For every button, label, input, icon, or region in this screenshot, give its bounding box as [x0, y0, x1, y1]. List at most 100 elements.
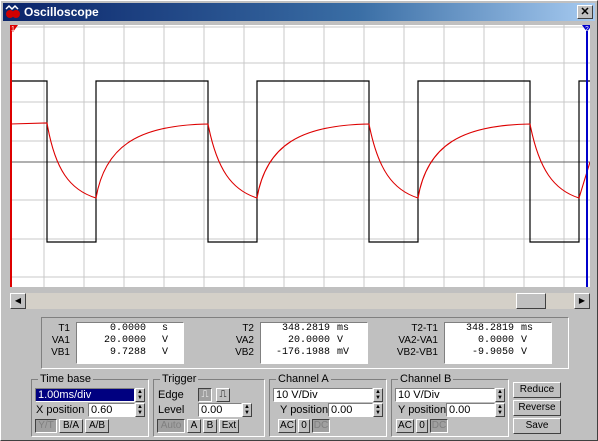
channel-b-zero-button[interactable]: 0 — [416, 419, 428, 433]
save-button[interactable]: Save — [513, 418, 561, 434]
title-bar[interactable]: Oscilloscope ✕ — [3, 3, 595, 21]
spin-arrows-icon: ▲ ▼ — [375, 404, 381, 416]
channel-b-scale-spinner[interactable]: ▲ ▼ — [495, 388, 505, 402]
spin-arrows-icon: ▲ ▼ — [497, 404, 503, 416]
vb2-vb1-unit: V — [521, 347, 528, 359]
t2-t1-value: 348.2819 — [446, 323, 514, 335]
falling-edge-button[interactable]: ⎍ — [216, 388, 230, 402]
t2-unit: ms — [337, 323, 350, 335]
scroll-left-button[interactable]: ◀ — [10, 293, 26, 309]
x-position-spinner[interactable]: ▲ ▼ — [135, 403, 145, 417]
vb1-label: VB1 — [51, 347, 70, 358]
oscilloscope-icon — [5, 4, 20, 18]
channel-a-y-position-spinner[interactable]: ▲ ▼ — [373, 403, 383, 417]
channel-a-dc-button[interactable]: DC — [312, 419, 330, 433]
vb2-vb1-label: VB2-VB1 — [396, 347, 438, 358]
va1-unit: V — [162, 335, 169, 347]
scroll-thumb[interactable] — [516, 293, 546, 309]
time-scale-field[interactable]: 1.00ms/div — [35, 388, 135, 402]
trigger-panel: Trigger Edge ⎍ ⎍ Level 0.00 ▲ ▼ Auto A B … — [153, 373, 265, 437]
va2-unit: V — [337, 335, 344, 347]
vb2-vb1-value: -9.9050 — [446, 347, 514, 359]
level-label: Level — [158, 404, 185, 416]
mode-ab-button[interactable]: A/B — [85, 419, 109, 433]
oscilloscope-window: Oscilloscope ✕ 1 2 ◀ ▶ T1 0.0000 s VA1 2… — [0, 0, 598, 441]
channel-b-y-position-spinner[interactable]: ▲ ▼ — [495, 403, 505, 417]
channel-b-y-position-label: Y position — [398, 404, 447, 416]
trigger-a-button[interactable]: A — [187, 419, 201, 433]
oscilloscope-screen[interactable]: 1 2 — [10, 25, 590, 287]
cursor-1-label: 1 — [11, 26, 15, 33]
t1-unit: s — [162, 323, 169, 335]
close-icon: ✕ — [580, 6, 590, 18]
edge-label: Edge — [158, 389, 184, 401]
channel-b-trace — [10, 122, 590, 199]
cursor-2-label: 2 — [585, 26, 589, 33]
t2-label: T2 — [242, 323, 254, 334]
close-button[interactable]: ✕ — [577, 5, 593, 19]
spin-arrows-icon: ▲ ▼ — [497, 389, 503, 401]
channel-b-scale-field[interactable]: 10 V/Div — [395, 388, 495, 402]
channel-a-scale-field[interactable]: 10 V/Div — [273, 388, 373, 402]
t1-value: 0.0000 — [80, 323, 146, 335]
channel-a-y-position-label: Y position — [280, 404, 329, 416]
mode-yt-button[interactable]: Y/T — [35, 419, 57, 433]
time-scale-spinner[interactable]: ▲ ▼ — [135, 388, 145, 402]
waveform-display: 1 2 — [10, 25, 590, 287]
reduce-button[interactable]: Reduce — [513, 382, 561, 398]
va2-va1-value: 0.0000 — [446, 335, 514, 347]
trigger-ext-button[interactable]: Ext — [219, 419, 239, 433]
cursor-2-readout: T2 348.2819 ms VA2 20.0000 V VB2 -176.1988 mV — [222, 323, 372, 359]
x-position-field[interactable]: 0.60 — [88, 403, 135, 417]
t1-label: T1 — [58, 323, 70, 334]
t2-t1-label: T2-T1 — [411, 323, 438, 334]
grid — [10, 25, 590, 287]
va2-va1-label: VA2-VA1 — [398, 335, 438, 346]
scroll-right-button[interactable]: ▶ — [574, 293, 590, 309]
left-arrow-icon: ◀ — [14, 296, 22, 305]
measurement-readout: T1 0.0000 s VA1 20.0000 V VB1 9.7288 V T2 348.2… — [41, 317, 569, 369]
spin-arrows-icon: ▲ ▼ — [137, 389, 143, 401]
level-spinner[interactable]: ▲ ▼ — [242, 403, 252, 417]
mode-ba-button[interactable]: B/A — [59, 419, 83, 433]
spin-arrows-icon: ▲ ▼ — [375, 389, 381, 401]
channel-a-y-position-field[interactable]: 0.00 — [328, 403, 373, 417]
spin-arrows-icon: ▲ ▼ — [244, 404, 250, 416]
cursor-1-readout: T1 0.0000 s VA1 20.0000 V VB1 9.7288 V — [42, 323, 192, 359]
spin-arrows-icon: ▲ ▼ — [137, 404, 143, 416]
time-base-panel: Time base 1.00ms/div ▲ ▼ X position 0.60 … — [31, 373, 149, 437]
va2-value: 20.0000 — [262, 335, 330, 347]
rising-edge-button[interactable]: ⎍ — [198, 388, 212, 402]
va2-va1-unit: V — [521, 335, 528, 347]
falling-edge-icon: ⎍ — [219, 389, 227, 400]
window-title: Oscilloscope — [24, 5, 99, 19]
channel-a-ac-button[interactable]: AC — [278, 419, 296, 433]
trigger-b-button[interactable]: B — [203, 419, 217, 433]
difference-readout: T2-T1 348.2819 ms VA2-VA1 0.0000 V VB2-VB1 -9… — [386, 323, 570, 359]
channel-a-zero-button[interactable]: 0 — [298, 419, 310, 433]
channel-a-scale-spinner[interactable]: ▲ ▼ — [373, 388, 383, 402]
channel-b-y-position-field[interactable]: 0.00 — [446, 403, 495, 417]
channel-b-panel: Channel B 10 V/Div ▲ ▼ Y position 0.00 ▲ ▼… — [391, 373, 509, 437]
vb2-value: -176.1988 — [262, 347, 330, 359]
level-field[interactable]: 0.00 — [198, 403, 242, 417]
vb2-unit: mV — [337, 347, 350, 359]
x-position-label: X position — [36, 404, 85, 416]
horizontal-scrollbar[interactable]: ◀ ▶ — [10, 293, 590, 309]
reverse-button[interactable]: Reverse — [513, 400, 561, 416]
t2-value: 348.2819 — [262, 323, 330, 335]
channel-b-title: Channel B — [398, 373, 454, 385]
vb2-label: VB2 — [235, 347, 254, 358]
channel-b-ac-button[interactable]: AC — [396, 419, 414, 433]
rising-edge-icon: ⎍ — [201, 389, 209, 400]
t2-t1-unit: ms — [521, 323, 534, 335]
va1-value: 20.0000 — [80, 335, 146, 347]
trigger-title: Trigger — [160, 373, 199, 385]
channel-a-title: Channel A — [276, 373, 331, 385]
va1-label: VA1 — [51, 335, 70, 346]
vb1-unit: V — [162, 347, 169, 359]
trigger-auto-button[interactable]: Auto — [157, 419, 185, 433]
channel-a-panel: Channel A 10 V/Div ▲ ▼ Y position 0.00 ▲ ▼… — [269, 373, 387, 437]
time-base-title: Time base — [38, 373, 93, 385]
channel-b-dc-button[interactable]: DC — [430, 419, 448, 433]
